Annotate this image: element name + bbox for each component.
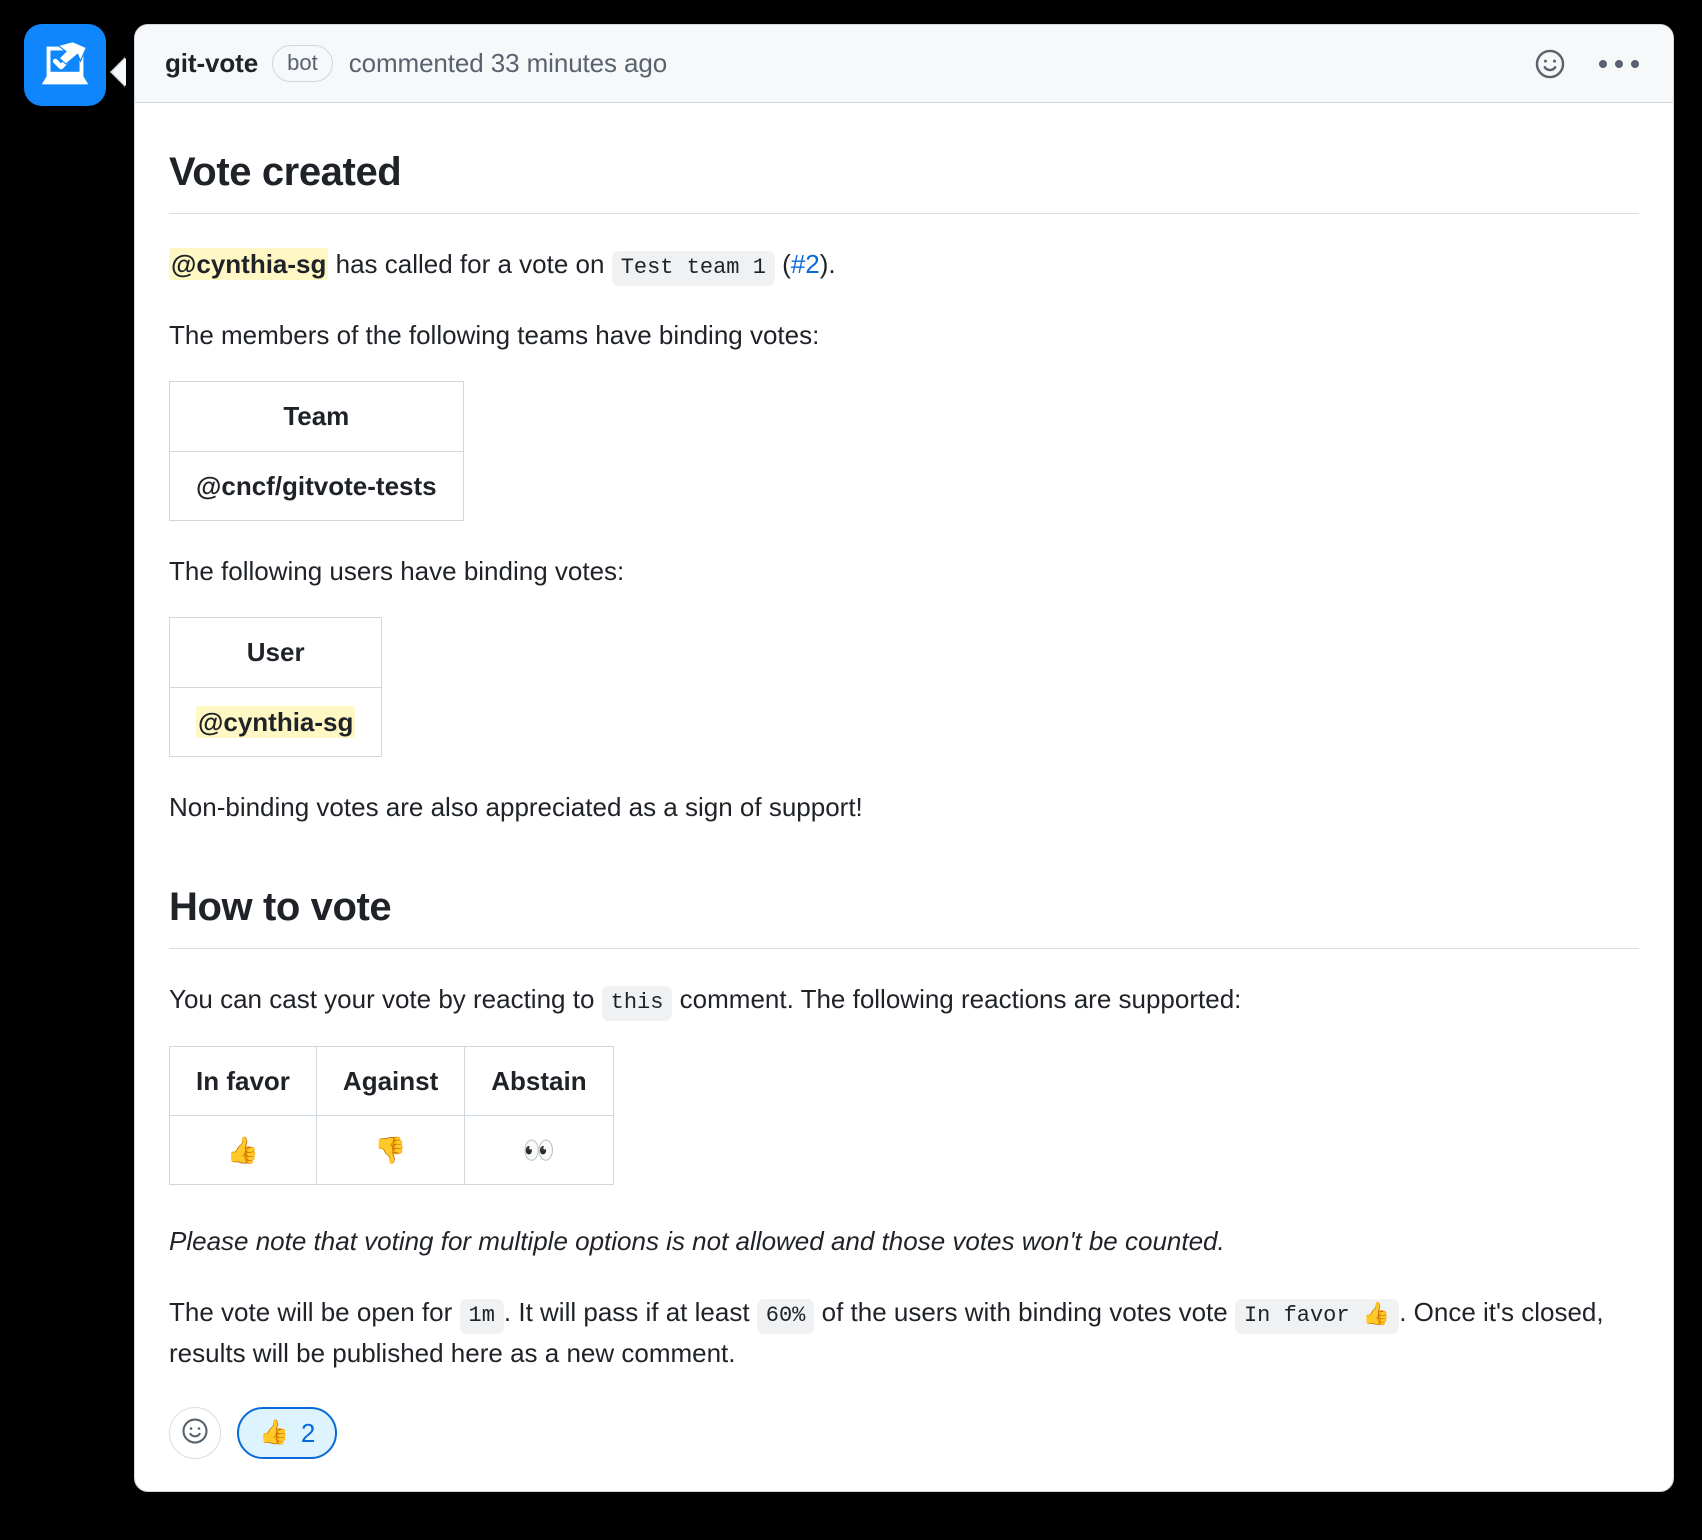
smiley-icon xyxy=(180,1416,210,1451)
table-header-row: In favor Against Abstain xyxy=(169,1045,614,1117)
vote-created-heading: Vote created xyxy=(169,147,1639,214)
users-intro: The following users have binding votes: xyxy=(169,556,625,587)
closing-paragraph: The vote will be open for 1m. It will pa… xyxy=(169,1292,1639,1373)
header-against: Against xyxy=(315,1045,466,1117)
cast-vote-paragraph: You can cast your vote by reacting to th… xyxy=(169,979,1639,1021)
eyes-icon: 👀 xyxy=(464,1115,614,1186)
reaction-count: 2 xyxy=(300,1417,316,1448)
closing-text-1: The vote will be open for xyxy=(169,1296,460,1327)
screenshot-root: git-vote bot commented 33 minutes ago Vo… xyxy=(0,0,1702,1540)
mention-cynthia-sg[interactable]: @cynthia-sg xyxy=(169,248,329,280)
comment-pointer xyxy=(112,58,126,86)
teams-intro: The members of the following teams have … xyxy=(169,320,820,351)
how-to-vote-heading: How to vote xyxy=(169,882,1639,949)
comment-header: git-vote bot commented 33 minutes ago xyxy=(135,25,1673,103)
closing-text-2: . It will pass if at least xyxy=(503,1296,757,1327)
called-text-1: has called for a vote on xyxy=(328,249,612,279)
user-cell: @cynthia-sg xyxy=(168,686,383,758)
reactions-bar: 👍 2 xyxy=(135,1373,1673,1489)
kebab-dot-1 xyxy=(1599,59,1607,68)
cast-text-1: You can cast your vote by reacting to xyxy=(169,983,602,1014)
called-open-paren: ( xyxy=(774,249,791,279)
header-in-favor: In favor xyxy=(169,1045,317,1117)
nonbinding-note: Non-binding votes are also appreciated a… xyxy=(169,792,863,823)
vote-called-paragraph: @cynthia-sg has called for a vote on Tes… xyxy=(169,244,1639,286)
mention-cynthia-sg-row[interactable]: @cynthia-sg xyxy=(196,705,356,738)
closing-text-3: of the users with binding votes vote xyxy=(814,1296,1235,1327)
comment-menu-button[interactable] xyxy=(1593,59,1645,68)
table-header-row: User xyxy=(168,617,383,688)
closing-text-4: . xyxy=(1399,1296,1407,1327)
teams-table: Team @cncf/gitvote-tests xyxy=(169,381,464,522)
team-cell: @cncf/gitvote-tests xyxy=(169,450,464,522)
this-chip: this xyxy=(601,985,673,1021)
comment-author[interactable]: git-vote xyxy=(165,48,258,79)
issue-link[interactable]: #2 xyxy=(791,249,820,279)
bot-badge: bot xyxy=(272,44,333,83)
smiley-icon xyxy=(1533,47,1567,81)
thumbs-up-icon: 👍 xyxy=(259,1419,289,1447)
cast-text-2: comment. The following reactions are sup… xyxy=(672,983,1242,1014)
comment-card: git-vote bot commented 33 minutes ago Vo… xyxy=(134,24,1674,1492)
add-reaction-button[interactable] xyxy=(1529,43,1571,85)
users-table-header: User xyxy=(168,617,383,688)
comment-timestamp[interactable]: commented 33 minutes ago xyxy=(349,48,668,79)
add-reaction-footer-button[interactable] xyxy=(169,1407,221,1460)
mention-cncf-gitvote-tests[interactable]: @cncf/gitvote-tests xyxy=(196,471,437,501)
in-favor-option-chip: In favor 👍 xyxy=(1234,1298,1400,1334)
test-team-chip: Test team 1 xyxy=(611,251,775,286)
thumbs-down-icon: 👎 xyxy=(315,1115,466,1186)
table-row: @cncf/gitvote-tests xyxy=(169,450,464,522)
duration-chip: 1m xyxy=(459,1298,504,1334)
table-row: 👍 👎 👀 xyxy=(169,1115,614,1186)
reaction-options-table: In favor Against Abstain 👍 👎 👀 xyxy=(169,1045,614,1186)
table-header-row: Team xyxy=(169,381,464,452)
called-close: ). xyxy=(819,249,836,279)
teams-table-header: Team xyxy=(169,381,464,452)
threshold-chip: 60% xyxy=(756,1298,815,1334)
avatar[interactable] xyxy=(24,24,106,106)
kebab-dot-3 xyxy=(1631,59,1639,68)
header-abstain: Abstain xyxy=(464,1045,614,1117)
comment-header-actions xyxy=(1529,43,1645,85)
multiple-options-note: Please note that voting for multiple opt… xyxy=(169,1226,1225,1257)
comment-body: Vote created @cynthia-sg has called for … xyxy=(135,103,1673,1373)
users-table: User @cynthia-sg xyxy=(168,617,383,758)
thumbs-up-icon: 👍 xyxy=(169,1115,317,1186)
comment-header-left: git-vote bot commented 33 minutes ago xyxy=(165,44,1529,83)
kebab-dot-2 xyxy=(1615,59,1623,68)
ballot-box-with-hand-icon xyxy=(34,34,96,96)
table-row: @cynthia-sg xyxy=(168,686,383,758)
reaction-pill-thumbsup[interactable]: 👍 2 xyxy=(237,1407,338,1460)
